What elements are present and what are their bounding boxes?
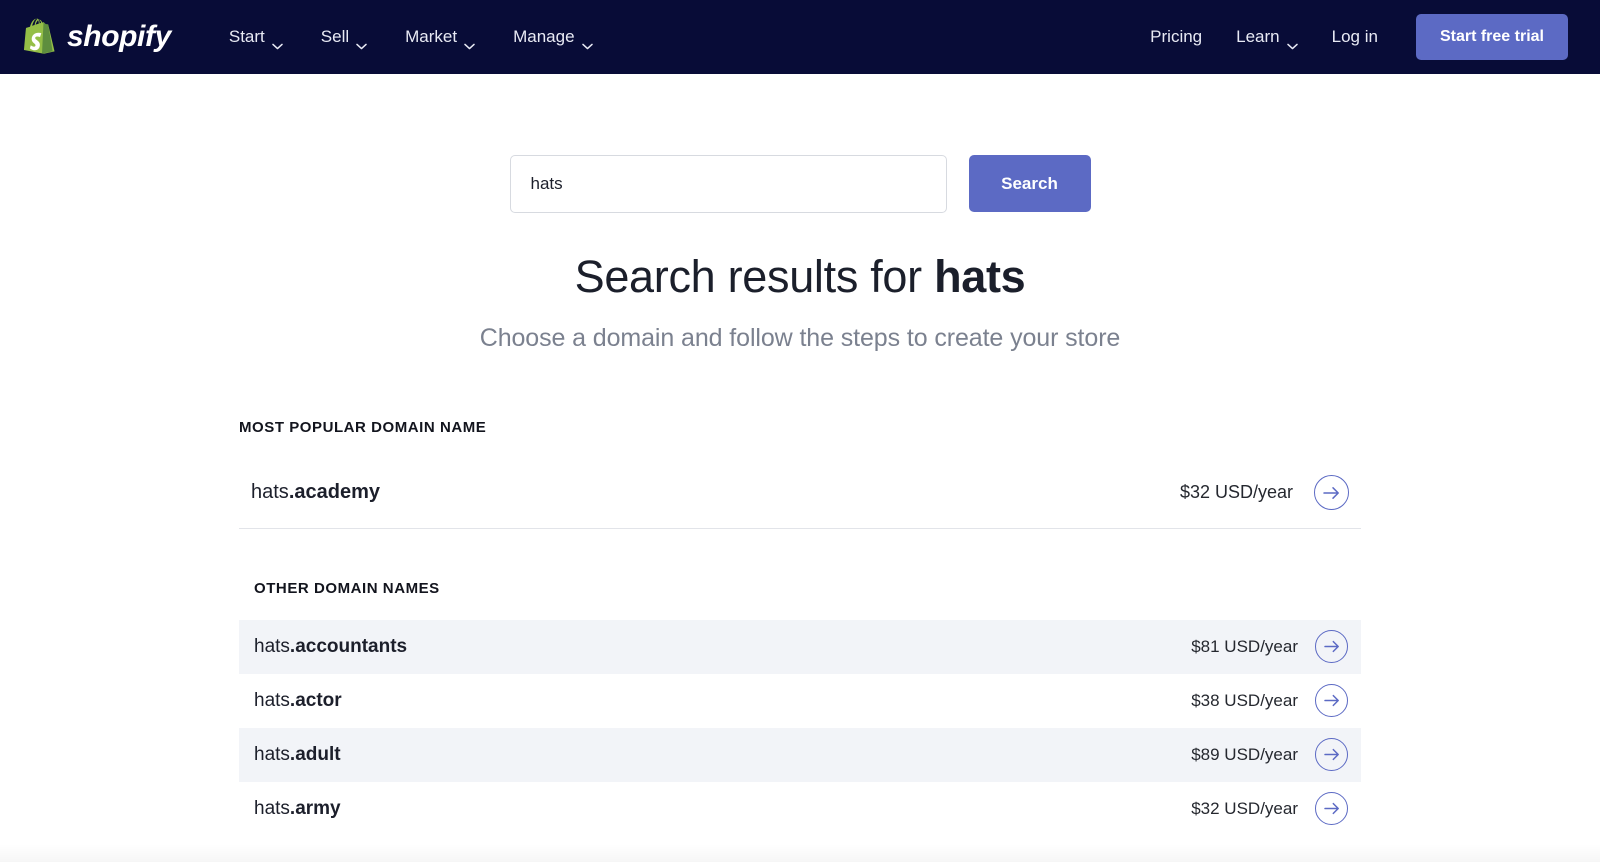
page-subtitle: Choose a domain and follow the steps to … — [0, 324, 1600, 353]
arrow-right-circle-icon[interactable] — [1315, 630, 1348, 663]
nav-item-learn[interactable]: Learn — [1222, 18, 1311, 56]
page-title: Search results for hats — [0, 251, 1600, 303]
main-content: Search Search results for hats Choose a … — [0, 74, 1600, 862]
domain-price: $89 USD/year — [1191, 745, 1298, 765]
domain-name-tld: .academy — [289, 481, 380, 503]
search-button[interactable]: Search — [969, 155, 1091, 212]
page-bottom-shadow — [0, 844, 1600, 862]
nav-item-manage[interactable]: Manage — [499, 18, 606, 56]
domain-price: $38 USD/year — [1191, 691, 1298, 711]
nav-item-manage-label: Manage — [513, 27, 574, 47]
domain-name: hats.adult — [254, 744, 341, 766]
domain-name-prefix: hats — [251, 481, 289, 503]
page-title-prefix: Search results for — [575, 251, 934, 302]
chevron-down-icon — [356, 35, 367, 42]
domain-name-tld: .adult — [290, 744, 341, 765]
other-domains-list: hats.accountants $81 USD/year hats.actor… — [239, 620, 1361, 836]
section-divider — [239, 528, 1361, 529]
domain-row[interactable]: hats.army $32 USD/year — [239, 782, 1361, 836]
other-domains-section-label: Other domain names — [239, 580, 1361, 597]
domain-name-tld: .actor — [290, 690, 342, 711]
chevron-down-icon — [464, 35, 475, 42]
domain-name: hats.army — [254, 798, 341, 820]
chevron-down-icon — [582, 35, 593, 42]
shopify-bag-logo-icon — [24, 18, 58, 56]
domain-row[interactable]: hats.actor $38 USD/year — [239, 674, 1361, 728]
chevron-down-icon — [1287, 35, 1298, 42]
arrow-right-circle-icon[interactable] — [1315, 684, 1348, 717]
domain-price: $81 USD/year — [1191, 637, 1298, 657]
arrow-right-circle-icon[interactable] — [1314, 475, 1349, 510]
domain-name: hats.academy — [251, 481, 380, 504]
arrow-right-circle-icon[interactable] — [1315, 738, 1348, 771]
shopify-logo-link[interactable]: shopify — [24, 18, 171, 56]
nav-item-pricing-label: Pricing — [1150, 27, 1202, 47]
primary-navigation: Start Sell Market Manage — [215, 18, 607, 56]
nav-item-login[interactable]: Log in — [1318, 18, 1392, 56]
start-free-trial-button[interactable]: Start free trial — [1416, 14, 1568, 60]
most-popular-section: Most popular domain name hats.academy $3… — [239, 419, 1361, 529]
domain-name-prefix: hats — [254, 636, 290, 657]
domain-name: hats.actor — [254, 690, 342, 712]
nav-item-market[interactable]: Market — [391, 18, 489, 56]
nav-item-start-label: Start — [229, 27, 265, 47]
domain-price: $32 USD/year — [1191, 799, 1298, 819]
domain-name-tld: .accountants — [290, 636, 407, 657]
domain-row[interactable]: hats.adult $89 USD/year — [239, 728, 1361, 782]
domain-name: hats.accountants — [254, 636, 407, 658]
nav-item-sell-label: Sell — [321, 27, 349, 47]
domain-name-prefix: hats — [254, 798, 290, 819]
shopify-wordmark: shopify — [67, 22, 171, 52]
nav-item-pricing[interactable]: Pricing — [1136, 18, 1216, 56]
site-header: shopify Start Sell Market Manage — [0, 0, 1600, 74]
other-domains-section: Other domain names hats.accountants $81 … — [239, 580, 1361, 836]
nav-item-market-label: Market — [405, 27, 457, 47]
domain-name-prefix: hats — [254, 744, 290, 765]
most-popular-domain-row[interactable]: hats.academy $32 USD/year — [239, 462, 1361, 524]
nav-item-login-label: Log in — [1332, 27, 1378, 47]
domain-price: $32 USD/year — [1180, 482, 1293, 503]
domain-name-prefix: hats — [254, 690, 290, 711]
domain-row[interactable]: hats.accountants $81 USD/year — [239, 620, 1361, 674]
search-input[interactable] — [510, 155, 947, 213]
most-popular-section-label: Most popular domain name — [239, 419, 1361, 436]
nav-item-learn-label: Learn — [1236, 27, 1279, 47]
arrow-right-circle-icon[interactable] — [1315, 792, 1348, 825]
nav-item-sell[interactable]: Sell — [307, 18, 381, 56]
domain-search-bar: Search — [0, 74, 1600, 213]
page-title-term: hats — [934, 251, 1025, 302]
domain-name-tld: .army — [290, 798, 341, 819]
nav-item-start[interactable]: Start — [215, 18, 297, 56]
results-container: Most popular domain name hats.academy $3… — [239, 353, 1361, 836]
secondary-navigation: Pricing Learn Log in Start free trial — [1136, 14, 1568, 60]
chevron-down-icon — [272, 35, 283, 42]
